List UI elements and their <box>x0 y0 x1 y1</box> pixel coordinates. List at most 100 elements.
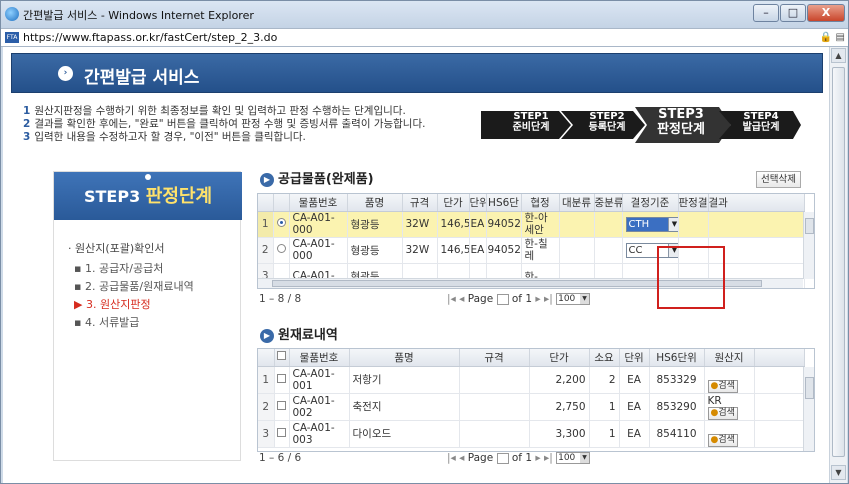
page-input[interactable] <box>496 293 509 305</box>
col-header[interactable]: 품명 <box>349 349 460 367</box>
cell-spec <box>459 420 530 448</box>
col-header <box>273 194 290 212</box>
col-header[interactable]: 규격 <box>402 194 438 212</box>
col-header[interactable]: HS6단 <box>486 194 522 212</box>
cell-spec: 32W <box>402 211 438 238</box>
row-checkbox[interactable] <box>277 400 286 410</box>
cell-hs: 94052 <box>486 237 522 264</box>
products-header-row: 물품번호 품명 규격 단가 단위 HS6단 협정 대분류 중분류 결정기준 판정… <box>258 194 805 212</box>
close-button[interactable]: X <box>807 4 845 22</box>
row-checkbox[interactable] <box>277 373 286 383</box>
col-header[interactable]: 품명 <box>347 194 403 212</box>
page-icon[interactable]: ▤ <box>836 32 845 43</box>
cell-name: 저항기 <box>349 366 460 394</box>
minimize-button[interactable]: – <box>753 4 779 22</box>
origin-search-button[interactable]: ●검색 <box>707 379 738 392</box>
table-row[interactable]: 1 CA-A01-001 저항기 2,200 2 EA 853329 ●검색 <box>258 366 805 394</box>
col-header[interactable]: 단위 <box>619 349 650 367</box>
pager-controls: |◂ ◂ Page of 1 ▸ ▸| 100 ▼ <box>447 452 591 464</box>
step-indicator: STEP1 준비단계 STEP2 등록단계 STEP3 판정단계 STEP4 발급단계 <box>481 107 801 143</box>
col-header[interactable]: 중분류 <box>594 194 623 212</box>
page-header: › 간편발급 서비스 <box>11 53 823 93</box>
origin-search-button[interactable]: ●검색 <box>707 433 738 446</box>
sidebar-item-judgement[interactable]: ▶ 3. 원산지판정 <box>68 296 194 314</box>
scroll-down-icon[interactable]: ▼ <box>831 465 846 480</box>
sidebar-item-issue[interactable]: ▪ 4. 서류발급 <box>68 314 194 332</box>
cell-price: 2,200 <box>529 366 590 394</box>
row-number: 3 <box>258 420 275 448</box>
col-header[interactable]: 단위 <box>469 194 487 212</box>
col-header[interactable]: 단가 <box>529 349 590 367</box>
cell-unit: EA <box>619 393 650 421</box>
address-bar[interactable]: FTA https://www.ftapass.or.kr/fastCert/s… <box>1 28 848 47</box>
cell-hs: 853329 <box>649 366 705 394</box>
scroll-up-icon[interactable]: ▲ <box>831 48 846 63</box>
materials-pager: 1 – 6 / 6 |◂ ◂ Page of 1 ▸ ▸| 100 ▼ <box>259 452 815 466</box>
products-grid: 물품번호 품명 규격 단가 단위 HS6단 협정 대분류 중분류 결정기준 판정… <box>257 193 815 289</box>
col-header[interactable]: 단가 <box>437 194 470 212</box>
row-radio[interactable] <box>276 244 286 253</box>
sidebar-section-title[interactable]: · 원산지(포괄)확인서 <box>68 240 194 258</box>
cell-hs: 854110 <box>649 420 705 448</box>
sidebar-banner: STEP3 판정단계 <box>54 172 242 220</box>
cell-code: CA-A01-003 <box>289 420 350 448</box>
col-header[interactable]: 판정결 <box>678 194 709 212</box>
cell-spec: 32W <box>402 237 438 264</box>
table-row[interactable]: 2 CA-A01-002 축전지 2,750 1 EA 853290 KR ●검색 <box>258 393 805 421</box>
row-number: 1 <box>258 366 275 394</box>
browser-window: 간편발급 서비스 - Windows Internet Explorer – □… <box>0 0 849 484</box>
col-header[interactable]: 대분류 <box>559 194 595 212</box>
row-checkbox[interactable] <box>277 427 286 437</box>
col-header[interactable]: 원산지 <box>704 349 755 367</box>
cell-name: 축전지 <box>349 393 460 421</box>
cell-qty: 2 <box>589 366 620 394</box>
cell-name: 다이오드 <box>349 420 460 448</box>
scroll-thumb[interactable] <box>832 67 845 457</box>
cell-code: CA-A01-002 <box>289 393 350 421</box>
instruction-1: 1 원산지판정을 수행하기 위한 최종정보를 확인 및 입력하고 판정 수행하는 … <box>23 105 406 117</box>
sidebar-item-products[interactable]: ▪ 2. 공급물품/원재료내역 <box>68 278 194 296</box>
page-input[interactable] <box>496 452 509 464</box>
instruction-2: 2 결과를 확인한 후에는, "완료" 버튼을 클릭하여 판정 수행 및 증빙서류… <box>23 118 426 130</box>
cell-hs: 94052 <box>486 211 522 238</box>
col-header[interactable]: 물품번호 <box>289 194 348 212</box>
cell-unit: EA <box>469 211 487 238</box>
criterion-select[interactable]: CTH ▼ <box>625 216 677 232</box>
select-all-checkbox[interactable] <box>277 351 286 361</box>
page-title: 간편발급 서비스 <box>84 68 200 88</box>
col-header[interactable]: 소요 <box>589 349 620 367</box>
sidebar-item-supplier[interactable]: ▪ 1. 공급자/공급처 <box>68 260 194 278</box>
cell-agreement: 한-아세안 <box>521 211 560 238</box>
header-bullet-icon: › <box>58 66 73 81</box>
col-header[interactable]: 협정 <box>521 194 560 212</box>
step-1: STEP1 준비단계 <box>512 111 550 133</box>
delete-selected-button[interactable]: 선택삭제 <box>756 171 801 188</box>
maximize-button[interactable]: □ <box>780 4 806 22</box>
cell-unit: EA <box>469 237 487 264</box>
cell-origin: KR <box>707 394 722 407</box>
table-row[interactable]: 1 CA-A01-000 형광등 32W 146,5 EA 94052 한-아세… <box>258 211 805 238</box>
url-text[interactable]: https://www.ftapass.or.kr/fastCert/step_… <box>23 31 277 44</box>
cell-code: CA-A01-001 <box>289 366 350 394</box>
window-title: 간편발급 서비스 - Windows Internet Explorer <box>23 9 254 22</box>
materials-grid: 물품번호 품명 규격 단가 소요 단위 HS6단위 원산지 1 CA-A01-0… <box>257 348 815 452</box>
row-radio[interactable] <box>276 218 286 227</box>
cell-code: CA-A01-000 <box>289 211 348 238</box>
origin-search-button[interactable]: ●검색 <box>707 406 738 419</box>
cell-spec <box>459 393 530 421</box>
col-header[interactable]: HS6단위 <box>649 349 705 367</box>
col-header[interactable]: 규격 <box>459 349 530 367</box>
col-header[interactable]: 결과 <box>708 194 805 212</box>
page-size-select[interactable]: 100 ▼ <box>556 452 591 464</box>
cell-unit: EA <box>619 420 650 448</box>
col-header[interactable]: 결정기준 <box>622 194 679 212</box>
materials-vscrollbar[interactable] <box>803 367 814 451</box>
page-vscrollbar[interactable]: ▲ ▼ <box>829 47 847 483</box>
cell-unit: EA <box>619 366 650 394</box>
section-arrow-icon: ▶ <box>260 328 274 343</box>
page-size-select[interactable]: 100 ▼ <box>556 293 591 305</box>
table-row[interactable]: 3 CA-A01-003 다이오드 3,300 1 EA 854110 ●검색 <box>258 420 805 448</box>
products-vscrollbar[interactable] <box>803 212 814 279</box>
col-header[interactable]: 물품번호 <box>289 349 350 367</box>
chevron-down-icon[interactable]: ▼ <box>667 217 677 231</box>
